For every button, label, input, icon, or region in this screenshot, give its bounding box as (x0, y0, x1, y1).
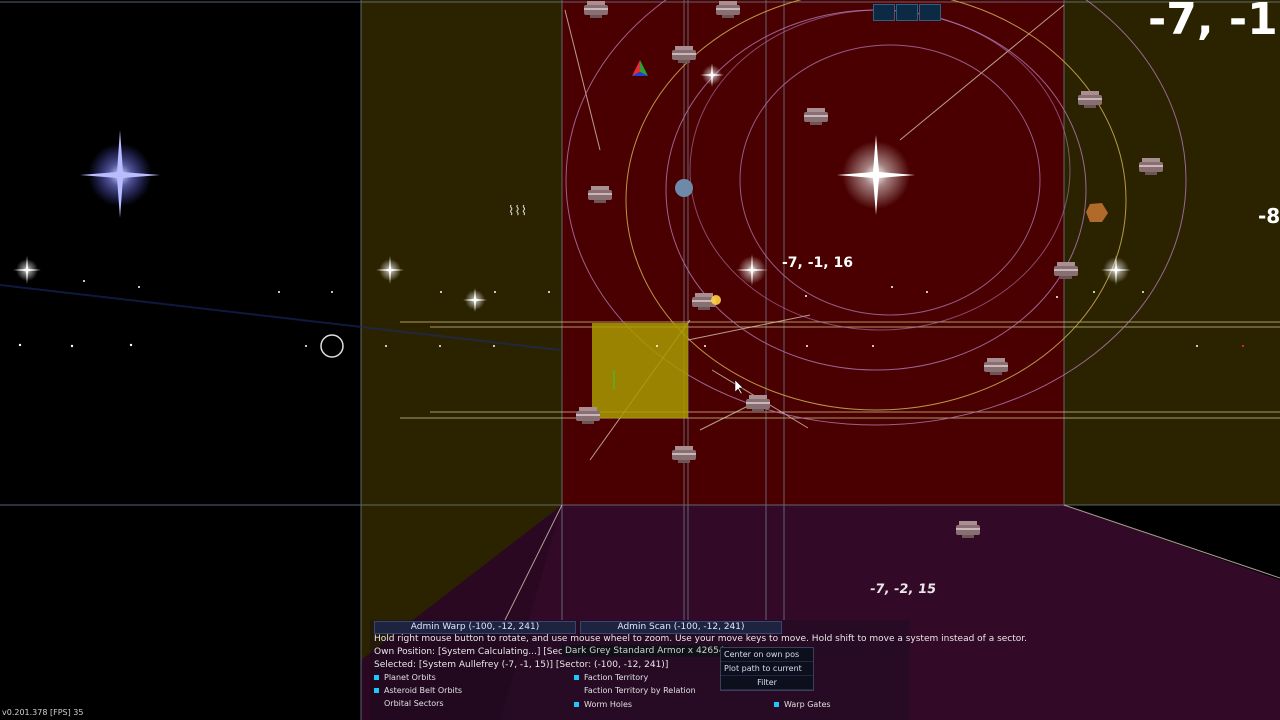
checkbox-icon (574, 688, 579, 693)
checkbox-icon (574, 675, 579, 680)
help-text: Hold right mouse button to rotate, and u… (374, 634, 1028, 644)
plot-path-button[interactable]: Plot path to current (721, 662, 813, 676)
galaxy-map-canvas[interactable]: ⌇⌇⌇ (0, 0, 1280, 720)
sector-label-top-right: -7, -1 (1148, 0, 1278, 45)
filter-label: Warp Gates (784, 700, 831, 709)
message-icon[interactable] (896, 4, 918, 21)
center-on-own-pos-button[interactable]: Center on own pos (721, 648, 813, 662)
sector-label-center: -7, -1, 16 (782, 255, 853, 271)
filter-label: Faction Territory by Relation (584, 686, 696, 695)
checkbox-icon (374, 701, 379, 706)
sector-label-right-edge: -8 (1258, 204, 1280, 228)
filter-faction-territory[interactable]: Faction Territory (574, 673, 648, 683)
checkbox-icon (574, 702, 579, 707)
filter-asteroid-belt-orbits[interactable]: Asteroid Belt Orbits (374, 686, 462, 696)
admin-scan-button[interactable]: Admin Scan (-100, -12, 241) (580, 621, 782, 634)
checkbox-icon (374, 688, 379, 693)
filter-warp-gates[interactable]: Warp Gates (774, 700, 831, 710)
item-tooltip: Dark Grey Standard Armor x 42654 (562, 645, 728, 657)
filter-planet-orbits[interactable]: Planet Orbits (374, 673, 436, 683)
player-position-ring (320, 334, 344, 358)
map-tool-icon[interactable] (873, 4, 895, 21)
filter-label: Orbital Sectors (384, 699, 444, 708)
filter-faction-territory-relation[interactable]: Faction Territory by Relation (574, 686, 696, 696)
svg-text:⌇⌇⌇: ⌇⌇⌇ (508, 204, 527, 219)
filter-label: Worm Holes (584, 700, 633, 709)
filter-label: Faction Territory (584, 673, 649, 682)
checkbox-icon (374, 675, 379, 680)
filter-label: Planet Orbits (384, 673, 436, 682)
selected-sector-highlight[interactable] (592, 323, 688, 418)
filter-worm-holes[interactable]: Worm Holes (574, 700, 632, 710)
checkbox-icon (774, 702, 779, 707)
admin-warp-button[interactable]: Admin Warp (-100, -12, 241) (374, 621, 576, 634)
chart-icon[interactable] (919, 4, 941, 21)
star-blue[interactable] (80, 130, 160, 218)
version-fps-readout: v0.201.378 [FPS] 35 (2, 708, 84, 717)
filter-button[interactable]: Filter (721, 676, 813, 690)
filter-orbital-sectors[interactable]: Orbital Sectors (374, 699, 444, 709)
planet-blue[interactable] (675, 179, 693, 197)
filter-label: Asteroid Belt Orbits (384, 686, 463, 695)
sector-label-bottom: -7, -2, 15 (868, 582, 937, 597)
selected-system-text: Selected: [System Aullefrey (-7, -1, 15)… (374, 660, 669, 670)
map-context-menu: Center on own pos Plot path to current F… (720, 647, 814, 691)
